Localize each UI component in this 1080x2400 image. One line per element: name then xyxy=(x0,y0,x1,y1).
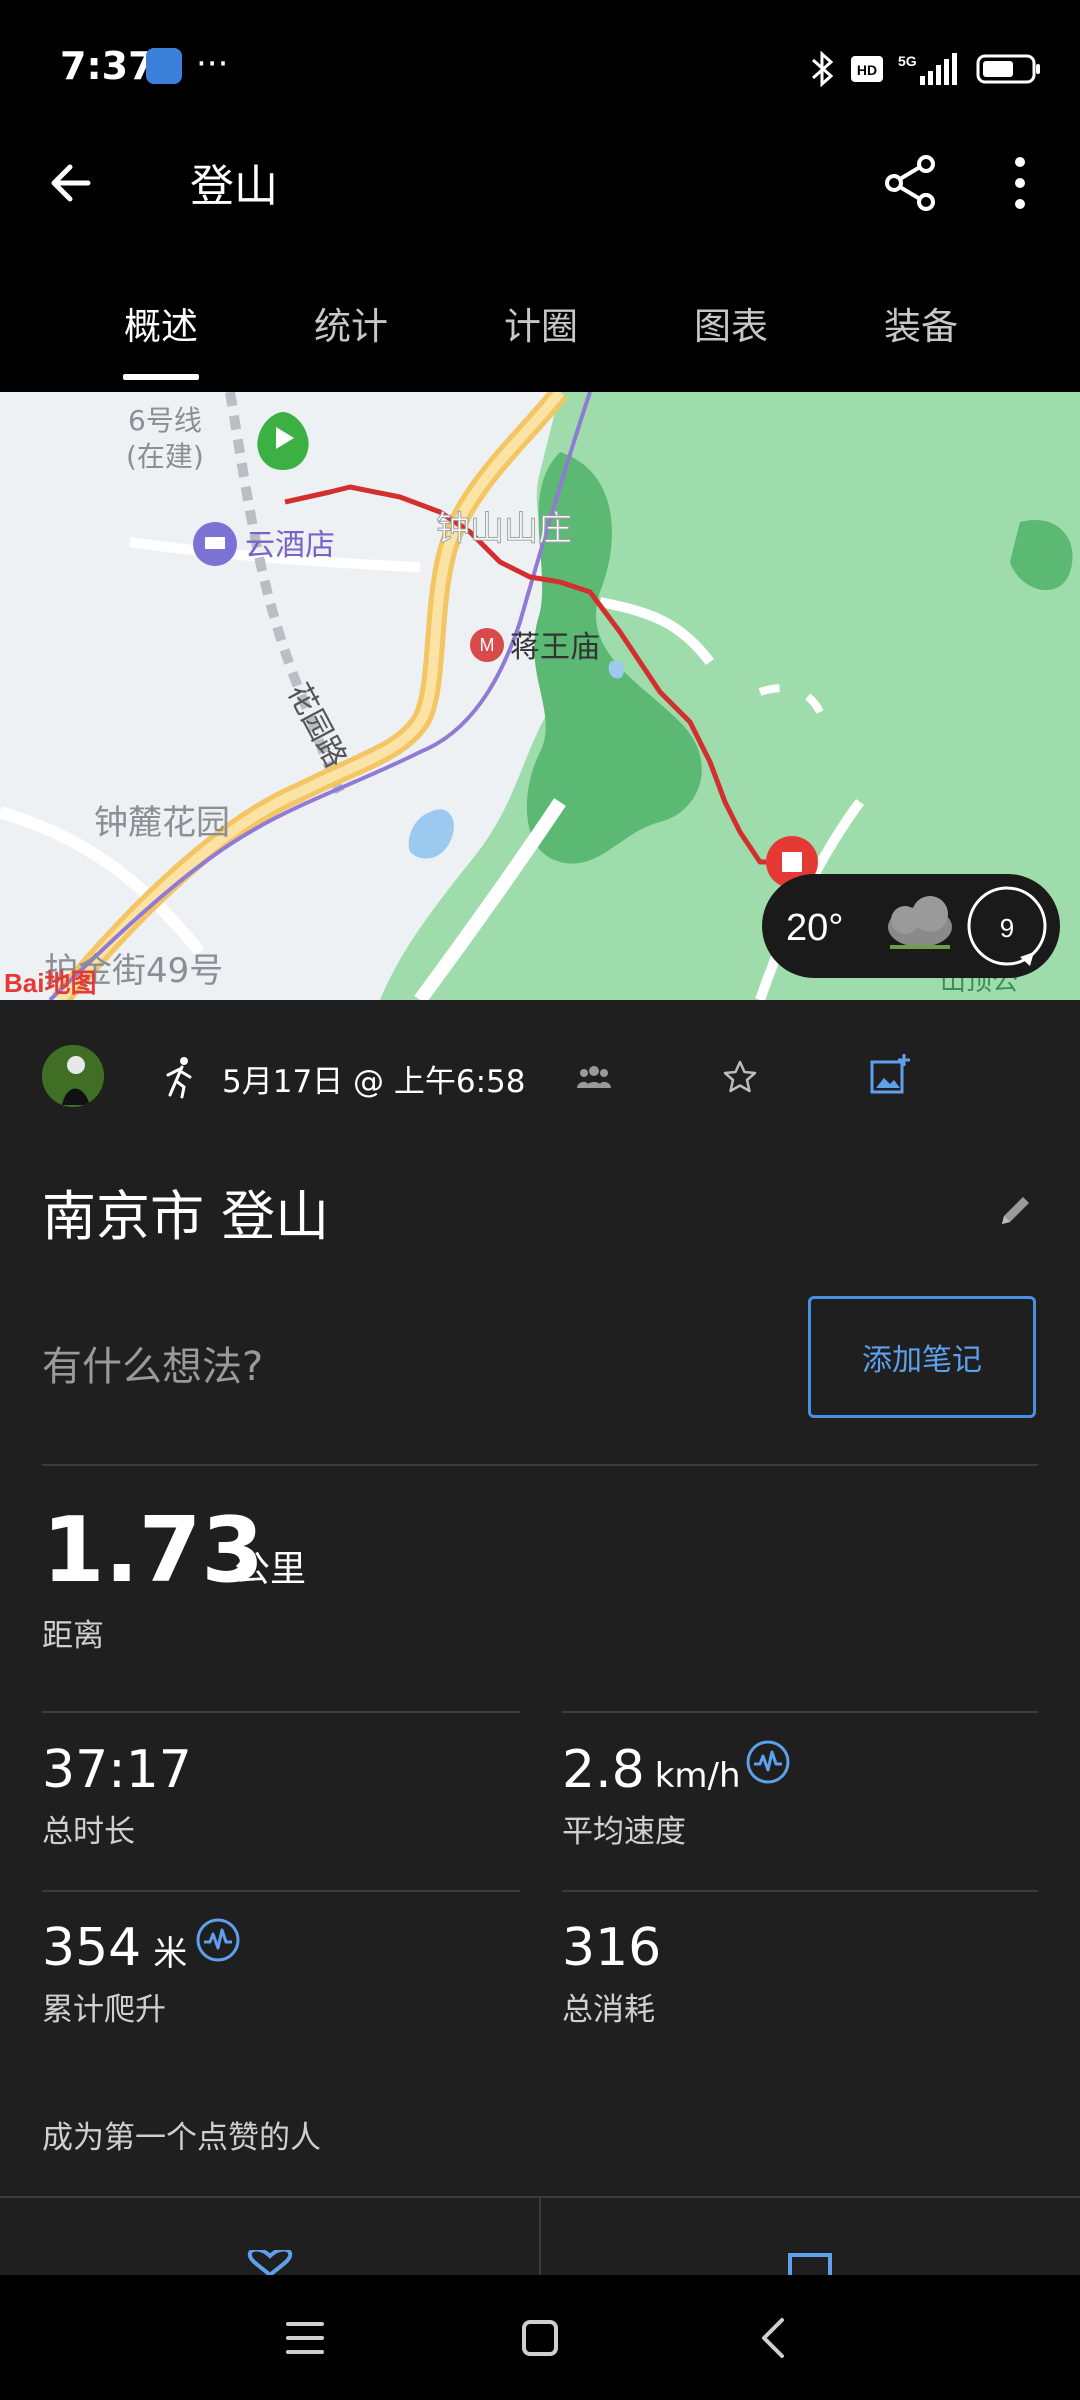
avg-speed-unit: km/h xyxy=(654,1756,741,1796)
like-prompt: 成为第一个点赞的人 xyxy=(42,2120,321,2156)
add-photo-icon[interactable] xyxy=(868,1052,912,1096)
duration-value: 37:17 xyxy=(42,1740,192,1800)
distance-label: 距离 xyxy=(42,1618,104,1654)
svg-text:云酒店: 云酒店 xyxy=(245,528,335,563)
svg-text:钟麓花园: 钟麓花园 xyxy=(94,803,230,843)
status-icons: HD 5G xyxy=(810,50,1042,88)
add-note-button[interactable]: 添加笔记 xyxy=(808,1296,1036,1418)
ascent: 354 米 xyxy=(42,1918,187,1978)
svg-text:蒋王庙: 蒋王庙 xyxy=(510,630,600,665)
avg-speed-value: 2.8 xyxy=(562,1740,645,1800)
divider xyxy=(42,1890,520,1892)
hiking-icon xyxy=(166,1057,192,1099)
share-icon[interactable] xyxy=(876,148,946,218)
app-notification-icon xyxy=(146,48,182,84)
distance-unit: 公里 xyxy=(234,1549,307,1590)
hotel-pin xyxy=(193,522,237,566)
bluetooth-icon xyxy=(812,50,834,88)
tab-bar: 概述 统计 计圈 图表 装备 xyxy=(0,270,1080,380)
menu-icon[interactable] xyxy=(284,2318,326,2358)
note-placeholder[interactable]: 有什么想法? xyxy=(42,1334,263,1392)
svg-text:钟山山庄: 钟山山庄 xyxy=(436,509,572,549)
distance-value: 1.73 xyxy=(42,1498,265,1603)
divider xyxy=(562,1890,1038,1892)
tab-charts[interactable]: 图表 xyxy=(636,270,826,380)
divider xyxy=(539,2198,541,2275)
tab-gear[interactable]: 装备 xyxy=(826,270,1016,380)
svg-text:M: M xyxy=(480,635,495,655)
star-icon[interactable] xyxy=(720,1057,760,1097)
calories-value: 316 xyxy=(562,1918,662,1978)
ascent-unit: 米 xyxy=(153,1934,188,1974)
svg-text:Bai地图: Bai地图 xyxy=(4,968,96,998)
like-heart-icon[interactable] xyxy=(244,2250,296,2275)
weather-badge[interactable]: 20° 9 xyxy=(762,874,1060,978)
avg-speed: 2.8 km/h xyxy=(562,1740,741,1800)
duration-label: 总时长 xyxy=(42,1814,135,1850)
ascent-value: 354 xyxy=(42,1918,142,1978)
divider xyxy=(42,1464,1038,1466)
avatar[interactable] xyxy=(42,1045,104,1107)
status-more-indicator: ··· xyxy=(196,44,229,84)
activity-title: 南京市 登山 xyxy=(42,1185,330,1248)
hd-icon: HD xyxy=(851,56,883,82)
back-nav-icon[interactable] xyxy=(756,2316,790,2360)
tab-overview[interactable]: 概述 xyxy=(66,270,256,380)
ascent-label: 累计爬升 xyxy=(42,1992,166,2028)
svg-text:6号线: 6号线 xyxy=(128,404,202,437)
activity-date: 5月17日 @ 上午6:58 xyxy=(222,1064,526,1100)
edit-pencil-icon[interactable] xyxy=(996,1190,1036,1230)
status-time: 7:37 xyxy=(60,44,155,88)
svg-text:5G: 5G xyxy=(898,53,917,69)
page-title: 登山 xyxy=(190,161,278,212)
people-icon[interactable] xyxy=(576,1062,612,1092)
tab-laps[interactable]: 计圈 xyxy=(446,270,636,380)
more-options-icon[interactable] xyxy=(990,148,1050,218)
svg-text:HD: HD xyxy=(857,62,877,78)
home-icon[interactable] xyxy=(520,2318,560,2358)
avg-speed-label: 平均速度 xyxy=(562,1814,686,1850)
divider xyxy=(562,1711,1038,1713)
map-canvas: M 6号线 (在建) 云酒店 钟山山庄 蒋王庙 花园路 钟麓花园 护金街49号 … xyxy=(0,392,1080,1000)
battery-icon xyxy=(976,54,1040,84)
calories-label: 总消耗 xyxy=(562,1992,655,2028)
route-map[interactable]: M 6号线 (在建) 云酒店 钟山山庄 蒋王庙 花园路 钟麓花园 护金街49号 … xyxy=(0,392,1080,1000)
signal-5g-icon: 5G xyxy=(898,53,957,85)
comment-icon[interactable] xyxy=(786,2252,834,2275)
pulse-chart-icon[interactable] xyxy=(194,1916,242,1964)
divider xyxy=(42,1711,520,1713)
tab-stats[interactable]: 统计 xyxy=(256,270,446,380)
svg-text:(在建): (在建) xyxy=(126,440,204,473)
svg-text:20°: 20° xyxy=(786,907,843,949)
pulse-chart-icon[interactable] xyxy=(744,1738,792,1786)
back-arrow-icon[interactable] xyxy=(40,148,110,218)
svg-text:9: 9 xyxy=(1000,913,1014,943)
